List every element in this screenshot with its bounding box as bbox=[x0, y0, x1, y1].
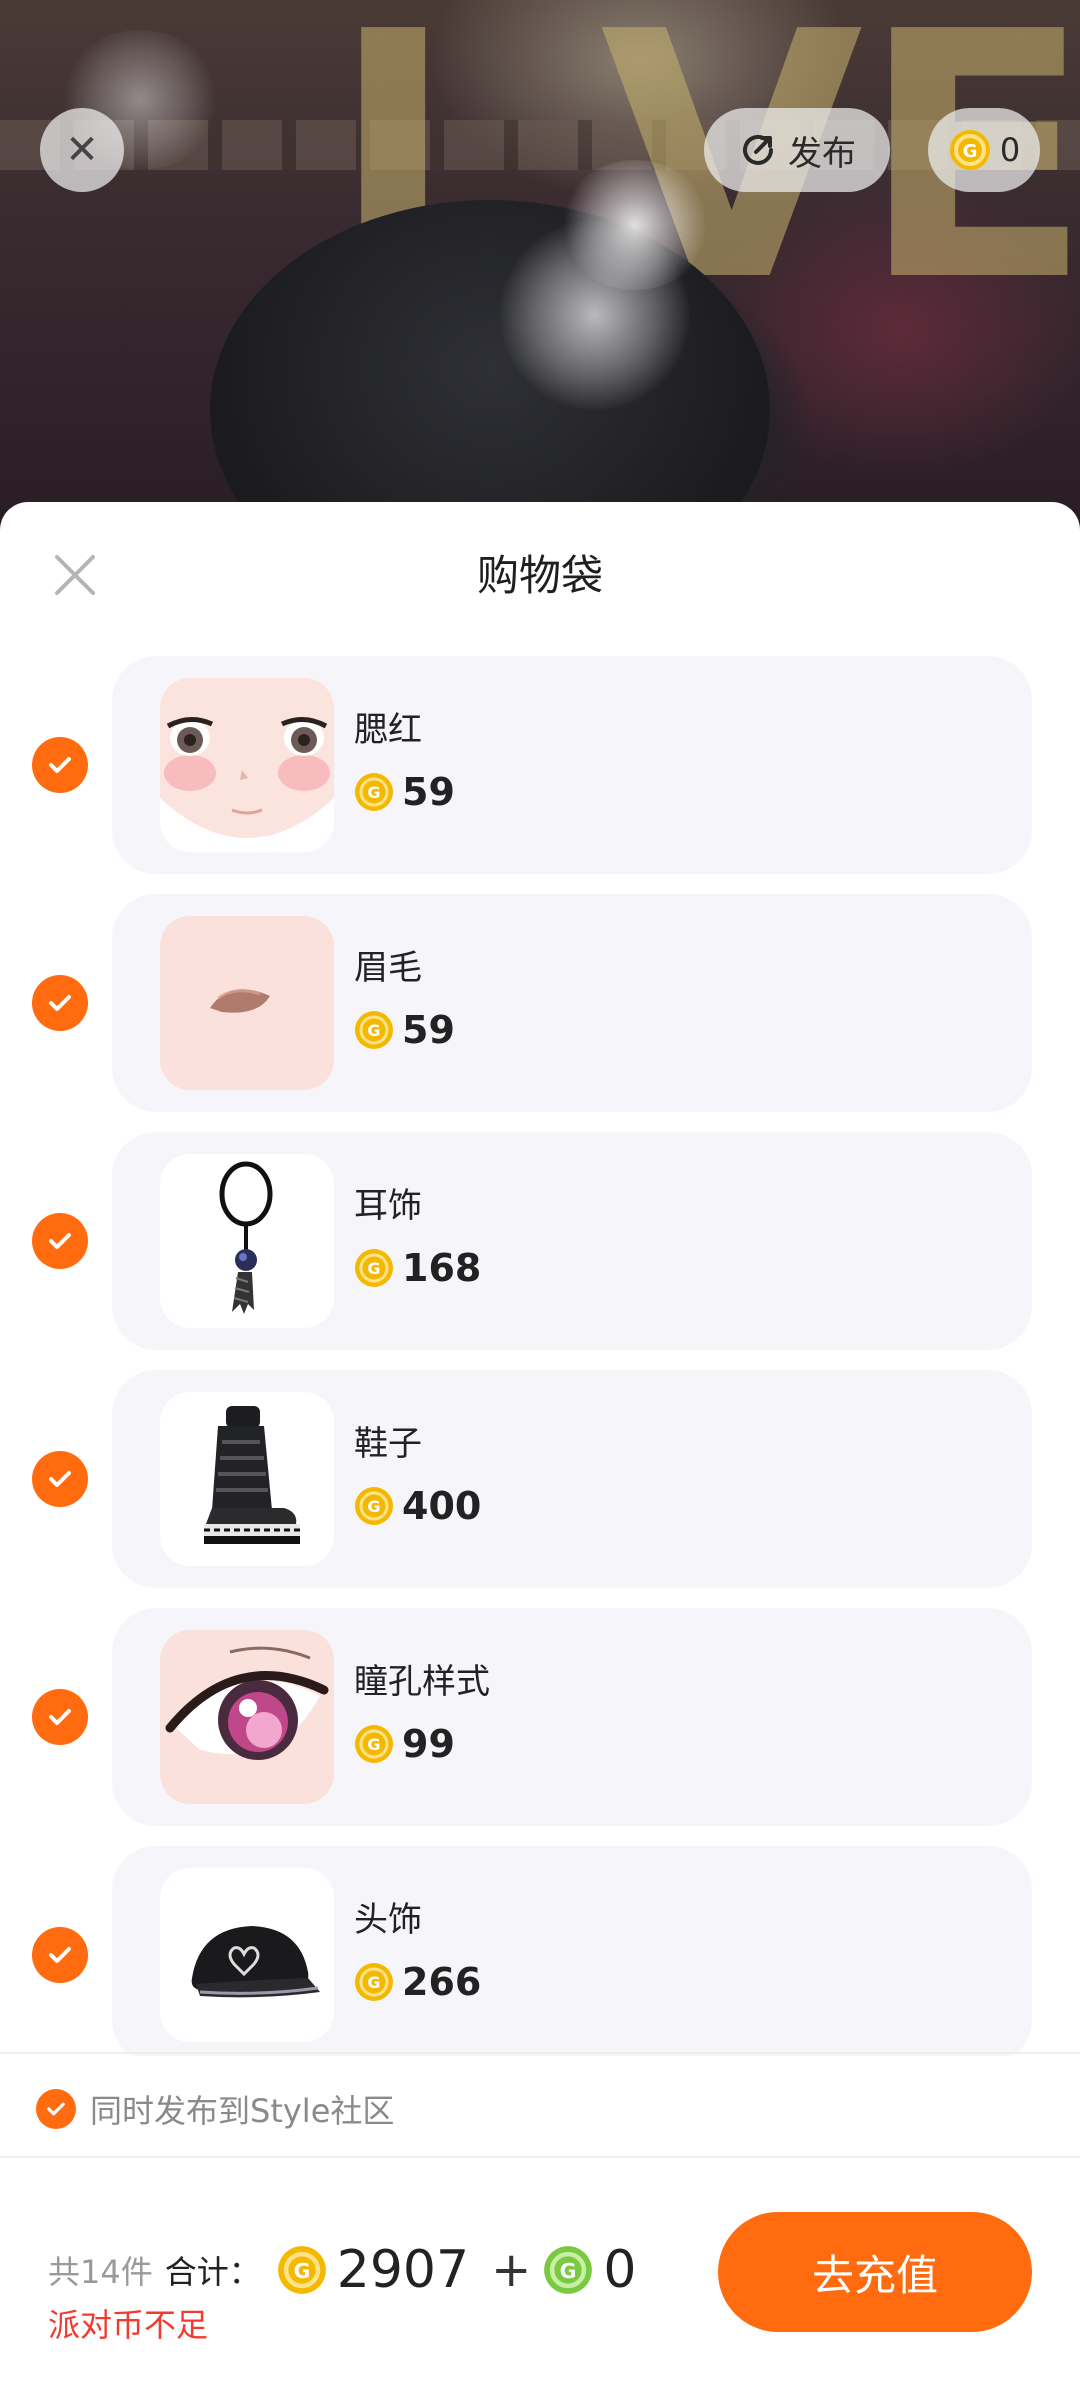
backdrop-light bbox=[500, 220, 690, 410]
green-coin-icon: G bbox=[544, 2246, 593, 2294]
item-price-value: 59 bbox=[402, 770, 455, 814]
svg-text:G: G bbox=[560, 2259, 577, 2283]
item-checkbox[interactable] bbox=[32, 737, 88, 793]
item-thumbnail-eyebrow bbox=[160, 916, 334, 1090]
item-checkbox[interactable] bbox=[32, 1927, 88, 1983]
svg-text:G: G bbox=[367, 783, 380, 802]
item-card[interactable]: 眉毛 G 59 bbox=[112, 894, 1032, 1112]
item-price-value: 400 bbox=[402, 1484, 482, 1528]
item-checkbox[interactable] bbox=[32, 975, 88, 1031]
item-thumbnail-earring bbox=[160, 1154, 334, 1328]
item-card[interactable]: 耳饰 G 168 bbox=[112, 1132, 1032, 1350]
sheet-title: 购物袋 bbox=[476, 551, 603, 600]
item-card[interactable]: 瞳孔样式 G 99 bbox=[112, 1608, 1032, 1826]
close-icon: ✕ bbox=[65, 127, 99, 173]
close-preview-button[interactable]: ✕ bbox=[40, 108, 124, 192]
coin-balance-value: 0 bbox=[999, 131, 1021, 169]
order-summary: 共14件 合计： G 2907 + G 0 bbox=[48, 2240, 646, 2300]
gold-coin-icon: G bbox=[355, 1963, 393, 2001]
check-icon bbox=[49, 1947, 71, 1963]
gold-coin-icon: G bbox=[355, 1725, 393, 1763]
svg-text:G: G bbox=[293, 2259, 310, 2283]
gold-coin-icon: G bbox=[355, 1249, 393, 1287]
check-icon bbox=[47, 2102, 65, 2116]
item-checkbox[interactable] bbox=[32, 1213, 88, 1269]
check-icon bbox=[49, 995, 71, 1011]
item-name: 耳饰 bbox=[354, 1186, 422, 1226]
avatar-preview-backdrop: I V E ✕ 发布 G 0 bbox=[0, 0, 1080, 520]
svg-text:G: G bbox=[367, 1021, 380, 1040]
insufficient-coins-warning: 派对币不足 bbox=[48, 2306, 209, 2344]
item-card[interactable]: 鞋子 G 400 bbox=[112, 1370, 1032, 1588]
publish-to-community-option[interactable]: 同时发布到Style社区 bbox=[36, 2086, 394, 2132]
svg-text:G: G bbox=[962, 141, 977, 162]
item-price: G 266 bbox=[354, 1960, 481, 2004]
gold-coin-icon: G bbox=[949, 130, 990, 170]
item-card[interactable]: 腮红 G 59 bbox=[112, 656, 1032, 874]
cart-item: 头饰 G 266 bbox=[0, 1846, 1080, 2056]
gold-coin-icon: G bbox=[355, 1487, 393, 1525]
item-name: 眉毛 bbox=[354, 948, 422, 988]
recharge-button[interactable]: 去充值 bbox=[718, 2212, 1032, 2332]
gold-total: 2907 bbox=[336, 2240, 470, 2300]
publish-to-community-label: 同时发布到Style社区 bbox=[90, 2092, 395, 2130]
item-name: 头饰 bbox=[354, 1900, 422, 1940]
check-icon bbox=[49, 1233, 71, 1249]
item-name: 腮红 bbox=[354, 710, 422, 750]
svg-text:G: G bbox=[367, 1973, 380, 1992]
item-thumbnail-shoes bbox=[160, 1392, 334, 1566]
checkout-footer: 共14件 合计： G 2907 + G 0 派对币不足 去充值 bbox=[0, 2160, 1080, 2388]
item-price-value: 99 bbox=[402, 1722, 455, 1766]
svg-text:G: G bbox=[367, 1497, 380, 1516]
gold-coin-icon: G bbox=[277, 2246, 326, 2294]
item-name: 鞋子 bbox=[354, 1424, 422, 1464]
plus-sign: + bbox=[491, 2242, 532, 2298]
item-thumbnail-pupil bbox=[160, 1630, 334, 1804]
item-count: 共14件 bbox=[48, 2253, 153, 2291]
item-price: G 400 bbox=[354, 1484, 481, 1528]
item-card[interactable]: 头饰 G 266 bbox=[112, 1846, 1032, 2056]
cart-item: 眉毛 G 59 bbox=[0, 894, 1080, 1112]
item-name: 瞳孔样式 bbox=[354, 1662, 490, 1702]
cart-item-list[interactable]: 腮红 G 59 眉毛 G 59 耳饰 G 168 鞋子 G 400 瞳孔样式 G… bbox=[0, 656, 1080, 2056]
item-checkbox[interactable] bbox=[32, 1689, 88, 1745]
svg-text:G: G bbox=[367, 1259, 380, 1278]
item-price: G 59 bbox=[354, 1008, 455, 1052]
item-price: G 168 bbox=[354, 1246, 481, 1290]
divider bbox=[0, 2156, 1080, 2158]
gold-coin-icon: G bbox=[355, 1011, 393, 1049]
cart-item: 鞋子 G 400 bbox=[0, 1370, 1080, 1588]
publish-icon bbox=[743, 135, 773, 165]
item-price: G 99 bbox=[354, 1722, 455, 1766]
publish-to-community-checkbox[interactable] bbox=[36, 2089, 76, 2129]
check-icon bbox=[49, 1709, 71, 1725]
check-icon bbox=[49, 757, 71, 773]
publish-label: 发布 bbox=[788, 133, 856, 174]
item-price-value: 168 bbox=[402, 1246, 482, 1290]
svg-text:G: G bbox=[367, 1735, 380, 1754]
publish-button[interactable]: 发布 bbox=[704, 108, 890, 192]
divider bbox=[0, 2052, 1080, 2054]
item-price-value: 266 bbox=[402, 1960, 482, 2004]
item-checkbox[interactable] bbox=[32, 1451, 88, 1507]
cart-item: 耳饰 G 168 bbox=[0, 1132, 1080, 1350]
coin-balance-pill[interactable]: G 0 bbox=[928, 108, 1040, 192]
cart-item: 瞳孔样式 G 99 bbox=[0, 1608, 1080, 1826]
green-total: 0 bbox=[603, 2240, 637, 2300]
cart-item: 腮红 G 59 bbox=[0, 656, 1080, 874]
item-thumbnail-headwear bbox=[160, 1868, 334, 2042]
item-price-value: 59 bbox=[402, 1008, 455, 1052]
gold-coin-icon: G bbox=[355, 773, 393, 811]
item-price: G 59 bbox=[354, 770, 455, 814]
item-thumbnail-blush bbox=[160, 678, 334, 852]
total-label: 合计： bbox=[164, 2253, 261, 2291]
check-icon bbox=[49, 1471, 71, 1487]
